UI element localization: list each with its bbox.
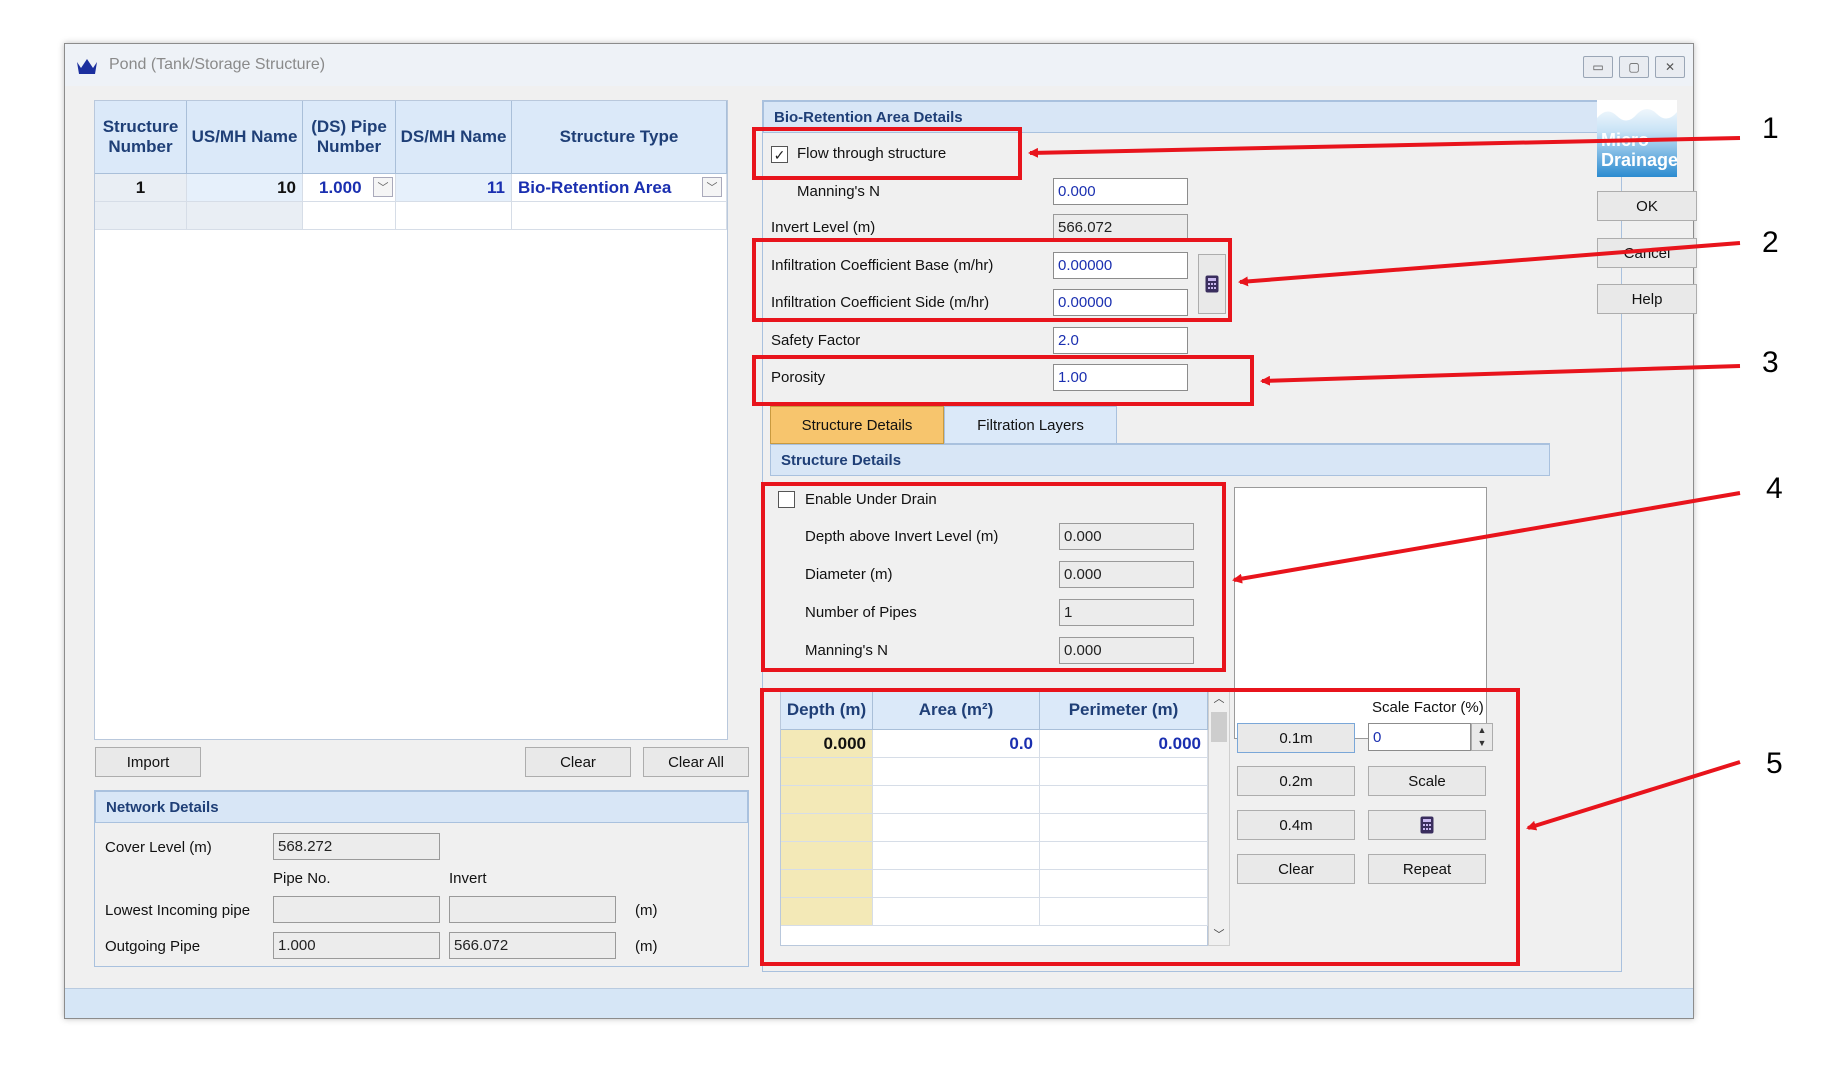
arrow-4 [1232,491,1741,584]
arrow-5 [1526,760,1741,831]
arrow-2 [1238,241,1741,287]
callout-3: 3 [1762,346,1779,379]
callout-1: 1 [1762,112,1779,145]
annotation-arrows [1028,136,1741,831]
arrow-3 [1260,364,1741,386]
callout-2: 2 [1762,226,1779,259]
callout-4: 4 [1766,472,1783,505]
arrow-1 [1028,136,1741,158]
callout-5: 5 [1766,747,1783,780]
